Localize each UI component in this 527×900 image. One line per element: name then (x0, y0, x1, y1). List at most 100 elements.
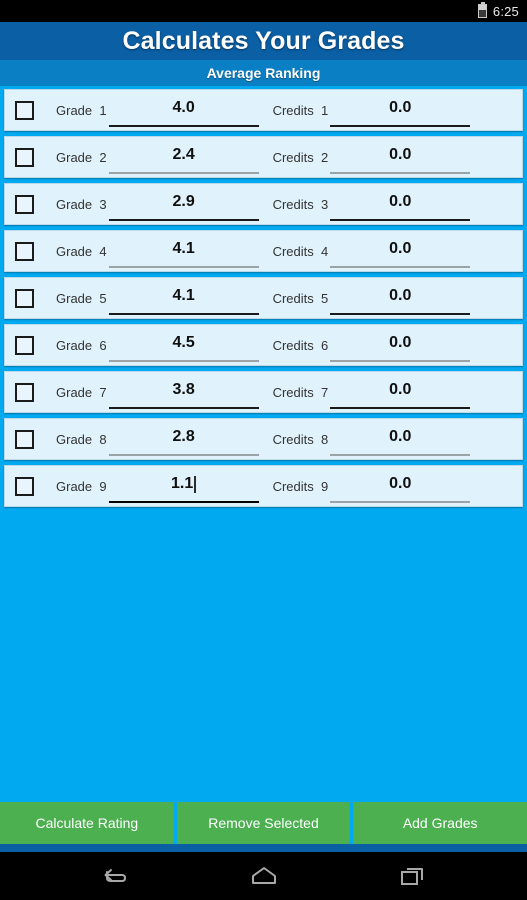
credits-value: 0.0 (389, 193, 412, 210)
credits-input[interactable]: 0.0 (330, 281, 471, 315)
input-underline (108, 407, 259, 409)
grade-label: Grade 9 (56, 478, 107, 494)
battery-icon (477, 2, 487, 18)
input-underline (330, 172, 471, 174)
grade-input[interactable]: 3.8 (108, 375, 259, 409)
credits-input[interactable]: 0.0 (330, 375, 471, 409)
credits-label: Credits 5 (272, 290, 329, 306)
input-underline (108, 266, 259, 268)
credits-value: 0.0 (389, 381, 412, 398)
grade-label: Grade 1 (56, 102, 107, 118)
credits-label: Credits 6 (272, 337, 329, 353)
table-row: Grade 3 2.9 Credits 3 0.0 (4, 183, 523, 225)
input-underline (108, 454, 259, 456)
grade-label: Grade 5 (56, 290, 107, 306)
grade-input[interactable]: 4.0 (108, 93, 259, 127)
grade-label: Grade 3 (56, 196, 107, 212)
back-icon[interactable] (93, 859, 137, 893)
add-grades-button[interactable]: Add Grades (353, 802, 527, 844)
input-underline (108, 172, 259, 174)
remove-selected-button[interactable]: Remove Selected (176, 802, 351, 844)
row-checkbox[interactable] (15, 288, 34, 308)
android-nav-bar (0, 852, 527, 900)
input-underline (330, 313, 471, 315)
credits-input[interactable]: 0.0 (330, 140, 471, 174)
bottom-strip (0, 844, 527, 852)
grade-label: Grade 4 (56, 243, 107, 259)
table-row: Grade 1 4.0 Credits 1 0.0 (4, 89, 523, 131)
input-underline (108, 501, 259, 503)
credits-value: 0.0 (389, 334, 412, 351)
table-row: Grade 9 1.1 Credits 9 0.0 (4, 465, 523, 507)
table-row: Grade 5 4.1 Credits 5 0.0 (4, 277, 523, 319)
status-clock: 6:25 (492, 3, 519, 19)
row-checkbox[interactable] (15, 382, 34, 402)
table-row: Grade 4 4.1 Credits 4 0.0 (4, 230, 523, 272)
app-title-bar: Calculates Your Grades (0, 22, 527, 60)
calculate-rating-button[interactable]: Calculate Rating (0, 802, 174, 844)
credits-input[interactable]: 0.0 (330, 93, 471, 127)
input-underline (108, 313, 259, 315)
credits-input[interactable]: 0.0 (330, 422, 471, 456)
input-underline (330, 454, 471, 456)
input-underline (108, 125, 259, 127)
app-root: 6:25 Calculates Your Grades Average Rank… (0, 0, 527, 900)
input-underline (330, 407, 471, 409)
input-underline (330, 219, 471, 221)
status-bar-right: 6:25 (477, 2, 519, 19)
input-underline (330, 266, 471, 268)
grade-label: Grade 6 (56, 337, 107, 353)
credits-value: 0.0 (389, 428, 412, 445)
credits-value: 0.0 (389, 240, 412, 257)
grade-label: Grade 2 (56, 149, 107, 165)
home-icon[interactable] (242, 859, 286, 893)
input-underline (108, 360, 259, 362)
grade-value: 4.0 (172, 99, 195, 116)
credits-value: 0.0 (389, 99, 412, 116)
credits-input[interactable]: 0.0 (330, 187, 471, 221)
subtitle-bar: Average Ranking (0, 60, 527, 86)
grade-input[interactable]: 1.1 (108, 469, 259, 503)
grade-value: 4.5 (172, 334, 195, 351)
grade-input[interactable]: 2.4 (108, 140, 259, 174)
row-checkbox[interactable] (15, 429, 34, 449)
grade-input[interactable]: 2.9 (108, 187, 259, 221)
grade-label: Grade 7 (56, 384, 107, 400)
grade-value: 4.1 (172, 240, 195, 257)
grade-value: 2.4 (172, 146, 195, 163)
grade-value: 2.8 (172, 428, 195, 445)
recents-icon[interactable] (391, 859, 435, 893)
row-checkbox[interactable] (15, 194, 34, 214)
row-checkbox[interactable] (15, 241, 34, 261)
credits-input[interactable]: 0.0 (330, 469, 471, 503)
grade-input[interactable]: 4.1 (108, 234, 259, 268)
credits-value: 0.0 (389, 475, 412, 492)
table-row: Grade 7 3.8 Credits 7 0.0 (4, 371, 523, 413)
credits-label: Credits 8 (272, 431, 329, 447)
credits-input[interactable]: 0.0 (330, 328, 471, 362)
grade-label: Grade 8 (56, 431, 107, 447)
grade-value: 4.1 (172, 287, 195, 304)
page-title: Calculates Your Grades (122, 26, 405, 55)
row-checkbox[interactable] (15, 147, 34, 167)
row-checkbox[interactable] (15, 476, 34, 496)
credits-label: Credits 2 (272, 149, 329, 165)
grade-value: 2.9 (172, 193, 195, 210)
table-row: Grade 2 2.4 Credits 2 0.0 (4, 136, 523, 178)
table-row: Grade 6 4.5 Credits 6 0.0 (4, 324, 523, 366)
row-checkbox[interactable] (15, 100, 34, 120)
credits-label: Credits 1 (272, 102, 329, 118)
input-underline (330, 501, 471, 503)
table-row: Grade 8 2.8 Credits 8 0.0 (4, 418, 523, 460)
grade-input[interactable]: 4.1 (108, 281, 259, 315)
grade-input[interactable]: 4.5 (108, 328, 259, 362)
credits-label: Credits 9 (272, 478, 329, 494)
status-bar: 6:25 (0, 0, 527, 22)
credits-label: Credits 3 (272, 196, 329, 212)
credits-input[interactable]: 0.0 (330, 234, 471, 268)
grade-input[interactable]: 2.8 (108, 422, 259, 456)
grade-value: 1.1 (170, 475, 194, 492)
row-checkbox[interactable] (15, 335, 34, 355)
action-bar: Calculate Rating Remove Selected Add Gra… (0, 802, 527, 844)
grade-value: 3.8 (172, 381, 195, 398)
